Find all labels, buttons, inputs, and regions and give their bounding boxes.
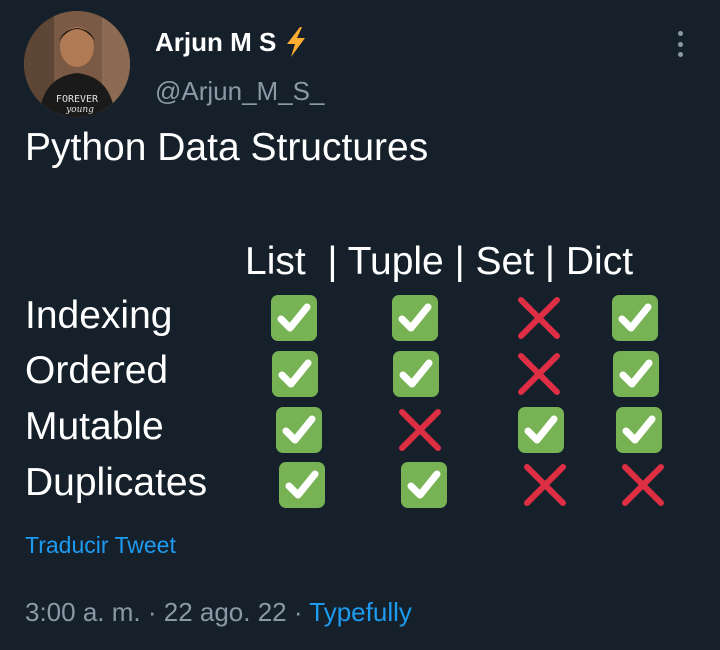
check-mark-icon: [616, 407, 662, 453]
cross-mark-icon: [622, 464, 664, 506]
check-mark-icon: [279, 462, 325, 508]
more-dot-icon: [677, 31, 683, 36]
author-name-row[interactable]: Arjun M S: [155, 26, 310, 58]
check-mark-icon: [276, 407, 322, 453]
lightning-bolt-icon: [287, 27, 306, 57]
tweet-title: Python Data Structures: [25, 126, 429, 169]
tweet-meta: 3:00 a. m. · 22 ago. 22 · Typefully: [25, 597, 412, 628]
avatar[interactable]: FOREVER young: [24, 11, 130, 117]
avatar-shirt-script: young: [65, 105, 94, 115]
check-mark-icon: [518, 407, 564, 453]
cross-mark-icon: [524, 464, 566, 506]
row-label-ordered: Ordered: [25, 349, 169, 392]
check-mark-icon: [393, 351, 439, 397]
tweet-time[interactable]: 3:00 a. m.: [25, 597, 141, 627]
avatar-shirt-text: FOREVER: [56, 94, 99, 105]
check-mark-icon: [392, 295, 438, 341]
cross-mark-icon: [518, 353, 560, 395]
check-mark-icon: [401, 462, 447, 508]
check-mark-icon: [271, 295, 317, 341]
author-display-name[interactable]: Arjun M S: [155, 27, 276, 58]
more-options-button[interactable]: [665, 28, 695, 60]
author-handle[interactable]: @Arjun_M_S_: [155, 76, 324, 107]
table-header: List | Tuple | Set | Dict: [245, 240, 634, 283]
row-label-mutable: Mutable: [25, 405, 164, 448]
check-mark-icon: [272, 351, 318, 397]
cross-mark-icon: [518, 297, 560, 339]
more-dot-icon: [677, 52, 683, 57]
check-mark-icon: [612, 295, 658, 341]
tweet-source-link[interactable]: Typefully: [309, 597, 412, 627]
cross-mark-icon: [399, 409, 441, 451]
translate-tweet-link[interactable]: Traducir Tweet: [25, 532, 176, 559]
meta-separator: ·: [140, 597, 164, 627]
more-dot-icon: [677, 41, 683, 47]
row-label-duplicates: Duplicates: [25, 461, 208, 504]
tweet-date[interactable]: 22 ago. 22: [164, 597, 287, 627]
row-label-indexing: Indexing: [25, 294, 173, 337]
meta-separator: ·: [286, 597, 310, 627]
check-mark-icon: [613, 351, 659, 397]
